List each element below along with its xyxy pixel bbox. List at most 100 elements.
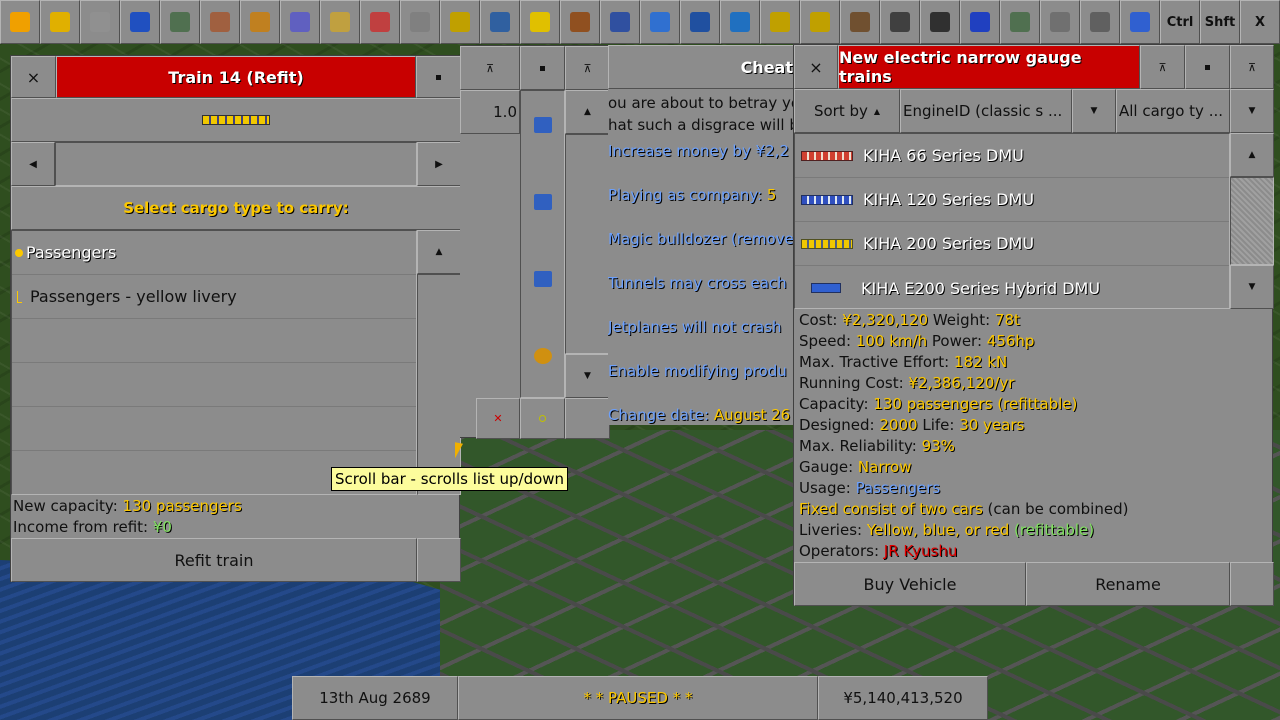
cargo-item-row[interactable]: Passengers - yellow livery [12, 275, 416, 319]
status-date[interactable]: 13th Aug 2689 [292, 676, 458, 720]
town-button[interactable] [200, 0, 240, 44]
build-rail-button[interactable] [840, 0, 880, 44]
cheat-item[interactable]: Change date: August 26 [608, 406, 790, 424]
sort-criteria-dropdown[interactable]: EngineID (classic s ... [900, 89, 1072, 133]
stations-button[interactable] [280, 0, 320, 44]
map-icon [170, 12, 190, 32]
build-road-button[interactable] [880, 0, 920, 44]
dot-icon [539, 415, 546, 422]
buy-vehicle-button[interactable]: Buy Vehicle [794, 562, 1026, 606]
road-vehicle-icon [650, 12, 670, 32]
remove-icon[interactable] [534, 271, 552, 287]
build-vehicle-window: × New electric narrow gauge trains ⊼ ⊼ S… [793, 44, 1274, 606]
cheat-sticky-button[interactable] [520, 46, 565, 90]
cheat-dot-button[interactable] [520, 398, 565, 439]
cargo-filter-arrow[interactable]: ▼ [1230, 89, 1274, 133]
build-close-button[interactable]: × [794, 45, 838, 89]
build-pin-button[interactable]: ⊼ [1230, 45, 1274, 89]
aircraft-button[interactable] [720, 0, 760, 44]
landscape-button[interactable] [1000, 0, 1040, 44]
build-shade-button[interactable]: ⊼ [1140, 45, 1185, 89]
engine-row-selected[interactable]: KIHA 200 Series DMU [795, 222, 1229, 266]
road-vehicle-button[interactable] [640, 0, 680, 44]
industry-button[interactable] [560, 0, 600, 44]
close-game-button[interactable]: X [1240, 0, 1280, 44]
pause-button[interactable] [0, 0, 40, 44]
map-button[interactable] [160, 0, 200, 44]
refit-train-button[interactable]: Refit train [11, 538, 417, 582]
subsidies-button[interactable] [240, 0, 280, 44]
company-button[interactable] [360, 0, 400, 44]
goals-button[interactable] [440, 0, 480, 44]
status-news[interactable]: * * PAUSED * * [458, 676, 818, 720]
build-tram-button[interactable] [920, 0, 960, 44]
build-resize[interactable] [1230, 562, 1274, 606]
cargo-filter-dropdown[interactable]: All cargo ty ... [1116, 89, 1230, 133]
cheat-item[interactable]: Increase money by ¥2,2 [608, 142, 789, 160]
zoom-out-button[interactable] [800, 0, 840, 44]
cheat-item[interactable]: Playing as company: 5 [608, 186, 776, 204]
zoom-in-button[interactable] [760, 0, 800, 44]
cheat-item[interactable]: Jetplanes will not crash [608, 318, 782, 336]
status-money[interactable]: ¥5,140,413,520 [818, 676, 988, 720]
mouse-cursor-icon [455, 442, 463, 460]
cheat-value-field[interactable]: 1.0 [460, 90, 520, 134]
finances-button[interactable] [320, 0, 360, 44]
train-sprite-icon [202, 115, 270, 125]
tooltip: Scroll bar - scrolls list up/down [331, 467, 569, 491]
scroll-left-button[interactable]: ◀ [11, 142, 55, 186]
cheat-pin-button[interactable]: ⊼ [565, 46, 610, 90]
cheat-scroll-up[interactable]: ▲ [565, 90, 610, 134]
cheat-item[interactable]: Enable modifying produ [608, 362, 787, 380]
build-title[interactable]: New electric narrow gauge trains [838, 45, 1140, 89]
build-water-button[interactable] [960, 0, 1000, 44]
engine-row[interactable]: KIHA 66 Series DMU [795, 134, 1229, 178]
cheat-scroll-down[interactable]: ▼ [565, 354, 610, 398]
music-button[interactable] [1040, 0, 1080, 44]
refit-close-button[interactable]: × [11, 56, 56, 98]
engine-row[interactable]: KIHA 120 Series DMU [795, 178, 1229, 222]
cheat-title-bar[interactable]: Cheat [608, 45, 794, 89]
engine-scroll-down[interactable]: ▼ [1230, 265, 1274, 309]
cargo-scroll-up-button[interactable]: ▲ [417, 230, 461, 274]
engine-scrollbar[interactable] [1230, 177, 1274, 265]
news-button[interactable] [1080, 0, 1120, 44]
league-button[interactable] [520, 0, 560, 44]
cheat-shade-button[interactable]: ⊼ [460, 46, 520, 90]
story-button[interactable] [400, 0, 440, 44]
remove-icon[interactable] [534, 194, 552, 210]
remove-icon[interactable] [534, 117, 552, 133]
cargo-scrollbar[interactable] [417, 274, 461, 495]
sort-dropdown-arrow[interactable]: ▼ [1072, 89, 1116, 133]
rename-button[interactable]: Rename [1026, 562, 1230, 606]
build-sticky-button[interactable] [1185, 45, 1230, 89]
refit-title[interactable]: Train 14 (Refit) [56, 56, 416, 98]
vehicle-horizontal-scrollbar[interactable] [55, 142, 417, 186]
refresh-icon[interactable] [534, 348, 552, 364]
finances-icon [330, 12, 350, 32]
refit-sticky-button[interactable] [416, 56, 461, 98]
ship-button[interactable] [680, 0, 720, 44]
close-game-button-label: X [1254, 14, 1266, 30]
save-button[interactable] [120, 0, 160, 44]
shift-key-button[interactable]: Shft [1200, 0, 1240, 44]
cheat-resize[interactable] [565, 398, 610, 439]
cargo-group-row[interactable]: Passengers [12, 231, 416, 275]
help-button[interactable] [1120, 0, 1160, 44]
fast-forward-button[interactable] [40, 0, 80, 44]
cheat-item[interactable]: Tunnels may cross each [608, 274, 787, 292]
resize-grip[interactable] [417, 538, 461, 582]
detail-line: Gauge: Narrow [799, 458, 1269, 479]
settings-button[interactable] [80, 0, 120, 44]
cheat-close-small[interactable]: ✕ [476, 398, 520, 439]
train-button[interactable] [600, 0, 640, 44]
engine-row[interactable]: KIHA E200 Series Hybrid DMU [795, 266, 1229, 310]
cheat-scrollbar[interactable] [565, 134, 610, 354]
scroll-right-button[interactable]: ▶ [417, 142, 461, 186]
income-text: Income from refit: ¥0 [13, 518, 172, 536]
ctrl-key-button[interactable]: Ctrl [1160, 0, 1200, 44]
graphs-button[interactable] [480, 0, 520, 44]
sort-by-button[interactable]: Sort by ▲ [794, 89, 900, 133]
engine-scroll-up[interactable]: ▲ [1230, 133, 1274, 177]
cheat-item[interactable]: Magic bulldozer (remove [608, 230, 794, 248]
